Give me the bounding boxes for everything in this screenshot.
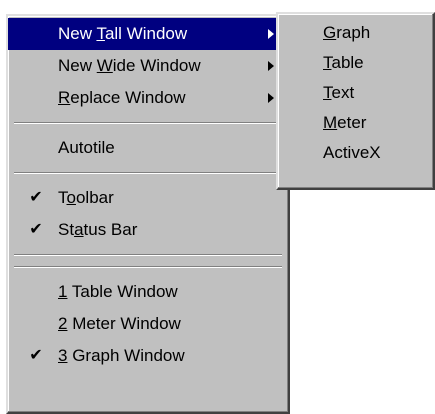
menu-item-label: 2 Meter Window: [58, 314, 181, 333]
menu-item-table-window[interactable]: 1 Table Window: [8, 276, 288, 308]
menu-item-label: Toolbar: [58, 188, 114, 207]
submenu-item-graph[interactable]: Graph: [278, 18, 433, 48]
menu-separator: [14, 266, 282, 268]
menu-item-autotile[interactable]: Autotile: [8, 132, 288, 164]
submenu-arrow-icon: [268, 29, 274, 39]
window-menu: New Tall Window New Wide Window Replace …: [6, 14, 290, 414]
menu-item-graph-window[interactable]: ✔ 3 Graph Window: [8, 340, 288, 372]
menu-item-meter-window[interactable]: 2 Meter Window: [8, 308, 288, 340]
menu-separator: [14, 172, 282, 174]
submenu-arrow-icon: [268, 93, 274, 103]
submenu-item-text[interactable]: Text: [278, 78, 433, 108]
menu-item-label: Replace Window: [58, 88, 186, 107]
menu-item-label: Autotile: [58, 138, 115, 157]
menu-item-label: Status Bar: [58, 220, 138, 239]
menu-item-label: New Tall Window: [58, 24, 188, 43]
checkmark-icon: ✔: [29, 347, 43, 364]
menu-item-status-bar[interactable]: ✔ Status Bar: [8, 214, 288, 246]
submenu-item-table[interactable]: Table: [278, 48, 433, 78]
menu-item-label: 3 Graph Window: [58, 346, 185, 365]
checkmark-icon: ✔: [29, 221, 43, 238]
menu-item-label: 1 Table Window: [58, 282, 178, 301]
menu-item-replace-window[interactable]: Replace Window: [8, 82, 288, 114]
menu-separator: [14, 254, 282, 256]
submenu-item-activex[interactable]: ActiveX: [278, 138, 433, 168]
submenu-arrow-icon: [268, 61, 274, 71]
menu-separator: [14, 122, 282, 124]
new-tall-window-submenu: Graph Table Text Meter ActiveX: [276, 12, 435, 190]
menu-item-label: New Wide Window: [58, 56, 201, 75]
menu-item-new-wide-window[interactable]: New Wide Window: [8, 50, 288, 82]
checkmark-icon: ✔: [29, 189, 43, 206]
menu-item-toolbar[interactable]: ✔ Toolbar: [8, 182, 288, 214]
menu-item-new-tall-window[interactable]: New Tall Window: [8, 18, 288, 50]
submenu-item-meter[interactable]: Meter: [278, 108, 433, 138]
